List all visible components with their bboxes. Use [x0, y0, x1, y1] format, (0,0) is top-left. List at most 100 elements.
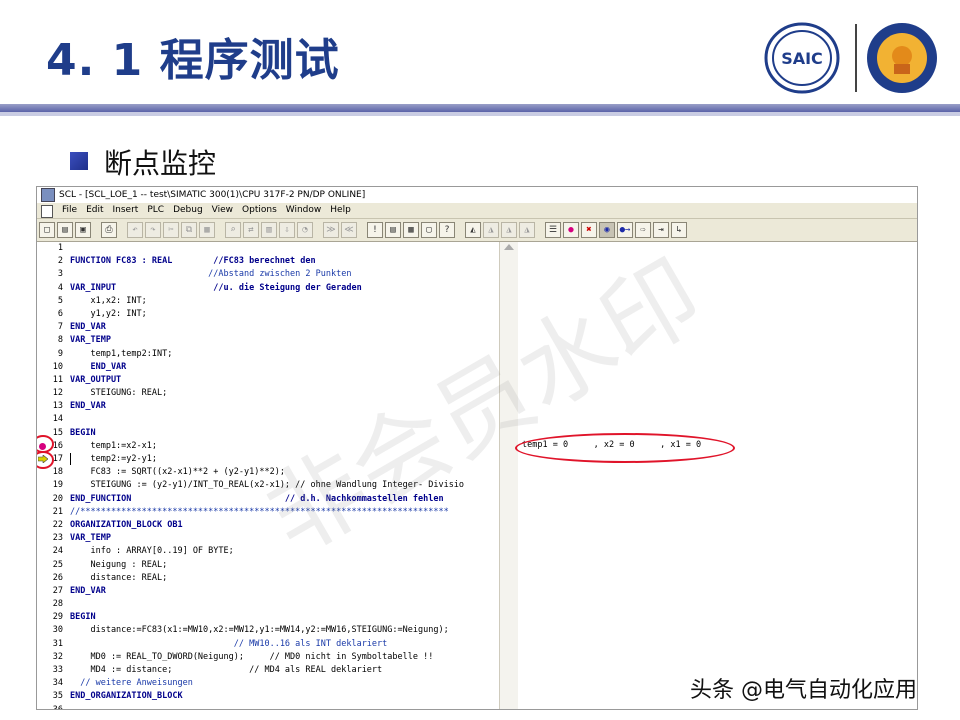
- code-line[interactable]: 15 BEGIN: [37, 427, 499, 440]
- code-text: // weitere Anweisungen: [70, 678, 193, 689]
- code-line[interactable]: 7 END_VAR: [37, 321, 499, 334]
- title-divider-shadow: [0, 112, 960, 116]
- continue-icon[interactable]: ⇨: [635, 222, 651, 238]
- download-icon[interactable]: ⇩: [279, 222, 295, 238]
- document-icon[interactable]: [41, 205, 53, 218]
- code-editor[interactable]: 1 2 FUNCTION FC83 : REAL //FC83 berechnet …: [37, 242, 518, 709]
- to-cursor-icon[interactable]: ⇥: [653, 222, 669, 238]
- help-pointer-icon[interactable]: ?: [439, 222, 455, 238]
- indent-icon[interactable]: ≫: [323, 222, 339, 238]
- open-folder-icon[interactable]: ▤: [57, 222, 73, 238]
- code-line[interactable]: 17 temp2:=y2-y1;: [37, 453, 499, 466]
- code-line[interactable]: 20 END_FUNCTION // d.h. Nachkommastellen …: [37, 493, 499, 506]
- code-line[interactable]: 10 END_VAR: [37, 361, 499, 374]
- monitor-continue-icon[interactable]: ◮: [501, 222, 517, 238]
- code-line[interactable]: 14: [37, 413, 499, 426]
- line-number: 36: [52, 704, 63, 710]
- code-line[interactable]: 30 distance:=FC83(x1:=MW10,x2:=MW12,y1:=…: [37, 624, 499, 637]
- next-statement-icon[interactable]: ●→: [617, 222, 633, 238]
- toolbar: □ ▤ ▣ ⎙ ↶ ↷ ✂ ⧉ ▦ ⌕ ⇄ ▥ ⇩ ◔ ≫ ≪ ! ▤ ▦ ▢ …: [37, 219, 917, 242]
- code-text: //Abstand zwischen 2 Punkten: [70, 269, 352, 280]
- save-icon[interactable]: ▣: [75, 222, 91, 238]
- code-line[interactable]: 29 BEGIN: [37, 611, 499, 624]
- copy-icon[interactable]: ⧉: [181, 222, 197, 238]
- set-breakpoint-icon[interactable]: ●: [563, 222, 579, 238]
- logo-brand-text: SAIC: [781, 49, 823, 68]
- scroll-up-arrow-icon[interactable]: [504, 244, 514, 250]
- code-text: VAR_TEMP: [70, 533, 111, 544]
- code-line[interactable]: 4 VAR_INPUT //u. die Steigung der Geraden: [37, 282, 499, 295]
- code-line[interactable]: 35 END_ORGANIZATION_BLOCK: [37, 690, 499, 703]
- code-line[interactable]: 27 END_VAR: [37, 585, 499, 598]
- menu-view[interactable]: View: [212, 203, 233, 218]
- line-number: 30: [52, 625, 63, 636]
- delete-breakpoint-icon[interactable]: ✖: [581, 222, 597, 238]
- menu-plc[interactable]: PLC: [147, 203, 164, 218]
- code-line[interactable]: 6 y1,y2: INT;: [37, 308, 499, 321]
- code-line[interactable]: 33 MD4 := distance; // MD4 als REAL dekl…: [37, 664, 499, 677]
- menu-debug[interactable]: Debug: [173, 203, 203, 218]
- code-line[interactable]: 3 //Abstand zwischen 2 Punkten: [37, 268, 499, 281]
- code-text: STEIGUNG: REAL;: [70, 388, 168, 399]
- exclamation-icon[interactable]: !: [367, 222, 383, 238]
- code-line[interactable]: 22 ORGANIZATION_BLOCK OB1: [37, 519, 499, 532]
- menu-window[interactable]: Window: [286, 203, 322, 218]
- code-line[interactable]: 16 temp1:=x2-x1;: [37, 440, 499, 453]
- line-number: 19: [52, 480, 63, 491]
- code-line[interactable]: 36: [37, 704, 499, 710]
- window-icon[interactable]: ▢: [421, 222, 437, 238]
- menu-edit[interactable]: Edit: [86, 203, 103, 218]
- table-icon[interactable]: ▦: [403, 222, 419, 238]
- block-icon[interactable]: ▤: [385, 222, 401, 238]
- code-line[interactable]: 32 MD0 := REAL_TO_DWORD(Neigung); // MD0…: [37, 651, 499, 664]
- credit-text: 头条 @电气自动化应用: [690, 678, 917, 703]
- new-file-icon[interactable]: □: [39, 222, 55, 238]
- code-text: FUNCTION FC83 : REAL //FC83 berechnet de…: [70, 256, 316, 267]
- code-line[interactable]: 12 STEIGUNG: REAL;: [37, 387, 499, 400]
- code-line[interactable]: 13 END_VAR: [37, 400, 499, 413]
- undo-icon[interactable]: ↶: [127, 222, 143, 238]
- code-line[interactable]: 2 FUNCTION FC83 : REAL //FC83 berechnet d…: [37, 255, 499, 268]
- breakpoint-list-icon[interactable]: ☰: [545, 222, 561, 238]
- vertical-scrollbar[interactable]: [499, 242, 518, 709]
- monitor-icon[interactable]: ◭: [465, 222, 481, 238]
- find-icon[interactable]: ⌕: [225, 222, 241, 238]
- code-line[interactable]: 9 temp1,temp2:INT;: [37, 348, 499, 361]
- code-line[interactable]: 11 VAR_OUTPUT: [37, 374, 499, 387]
- menu-file[interactable]: File: [62, 203, 77, 218]
- line-number: 14: [52, 414, 63, 425]
- code-line[interactable]: 24 info : ARRAY[0..19] OF BYTE;: [37, 545, 499, 558]
- code-line[interactable]: 34 // weitere Anweisungen: [37, 677, 499, 690]
- redo-icon[interactable]: ↷: [145, 222, 161, 238]
- line-number: 24: [52, 546, 63, 557]
- code-line[interactable]: 28: [37, 598, 499, 611]
- menu-options[interactable]: Options: [242, 203, 277, 218]
- code-text: BEGIN: [70, 427, 96, 438]
- code-line[interactable]: 25 Neigung : REAL;: [37, 559, 499, 572]
- line-number: 12: [52, 388, 63, 399]
- code-line[interactable]: 23 VAR_TEMP: [37, 532, 499, 545]
- monitor-cancel-icon[interactable]: ◮: [519, 222, 535, 238]
- menu-insert[interactable]: Insert: [113, 203, 139, 218]
- breakpoints-active-icon[interactable]: ◉: [599, 222, 615, 238]
- code-line[interactable]: 21 //************************************…: [37, 506, 499, 519]
- code-line[interactable]: 19 STEIGUNG := (y2-y1)/INT_TO_REAL(x2-x1…: [37, 479, 499, 492]
- code-line[interactable]: 5 x1,x2: INT;: [37, 295, 499, 308]
- monitor-stop-icon[interactable]: ◮: [483, 222, 499, 238]
- outdent-icon[interactable]: ≪: [341, 222, 357, 238]
- code-text: MD0 := REAL_TO_DWORD(Neigung); // MD0 ni…: [70, 651, 434, 662]
- code-line[interactable]: 8 VAR_TEMP: [37, 334, 499, 347]
- code-line[interactable]: 1: [37, 242, 499, 255]
- print-icon[interactable]: ⎙: [101, 222, 117, 238]
- code-line[interactable]: 31 // MW10..16 als INT deklariert: [37, 638, 499, 651]
- call-icon[interactable]: ↳: [671, 222, 687, 238]
- replace-icon[interactable]: ⇄: [243, 222, 259, 238]
- cut-icon[interactable]: ✂: [163, 222, 179, 238]
- code-line[interactable]: 18 FC83 := SQRT((x2-x1)**2 + (y2-y1)**2)…: [37, 466, 499, 479]
- monitor-settings-icon[interactable]: ◔: [297, 222, 313, 238]
- menu-help[interactable]: Help: [330, 203, 351, 218]
- code-line[interactable]: 26 distance: REAL;: [37, 572, 499, 585]
- slide-title: 4. 1 程序测试: [46, 35, 340, 86]
- paste-icon[interactable]: ▦: [199, 222, 215, 238]
- compile-icon[interactable]: ▥: [261, 222, 277, 238]
